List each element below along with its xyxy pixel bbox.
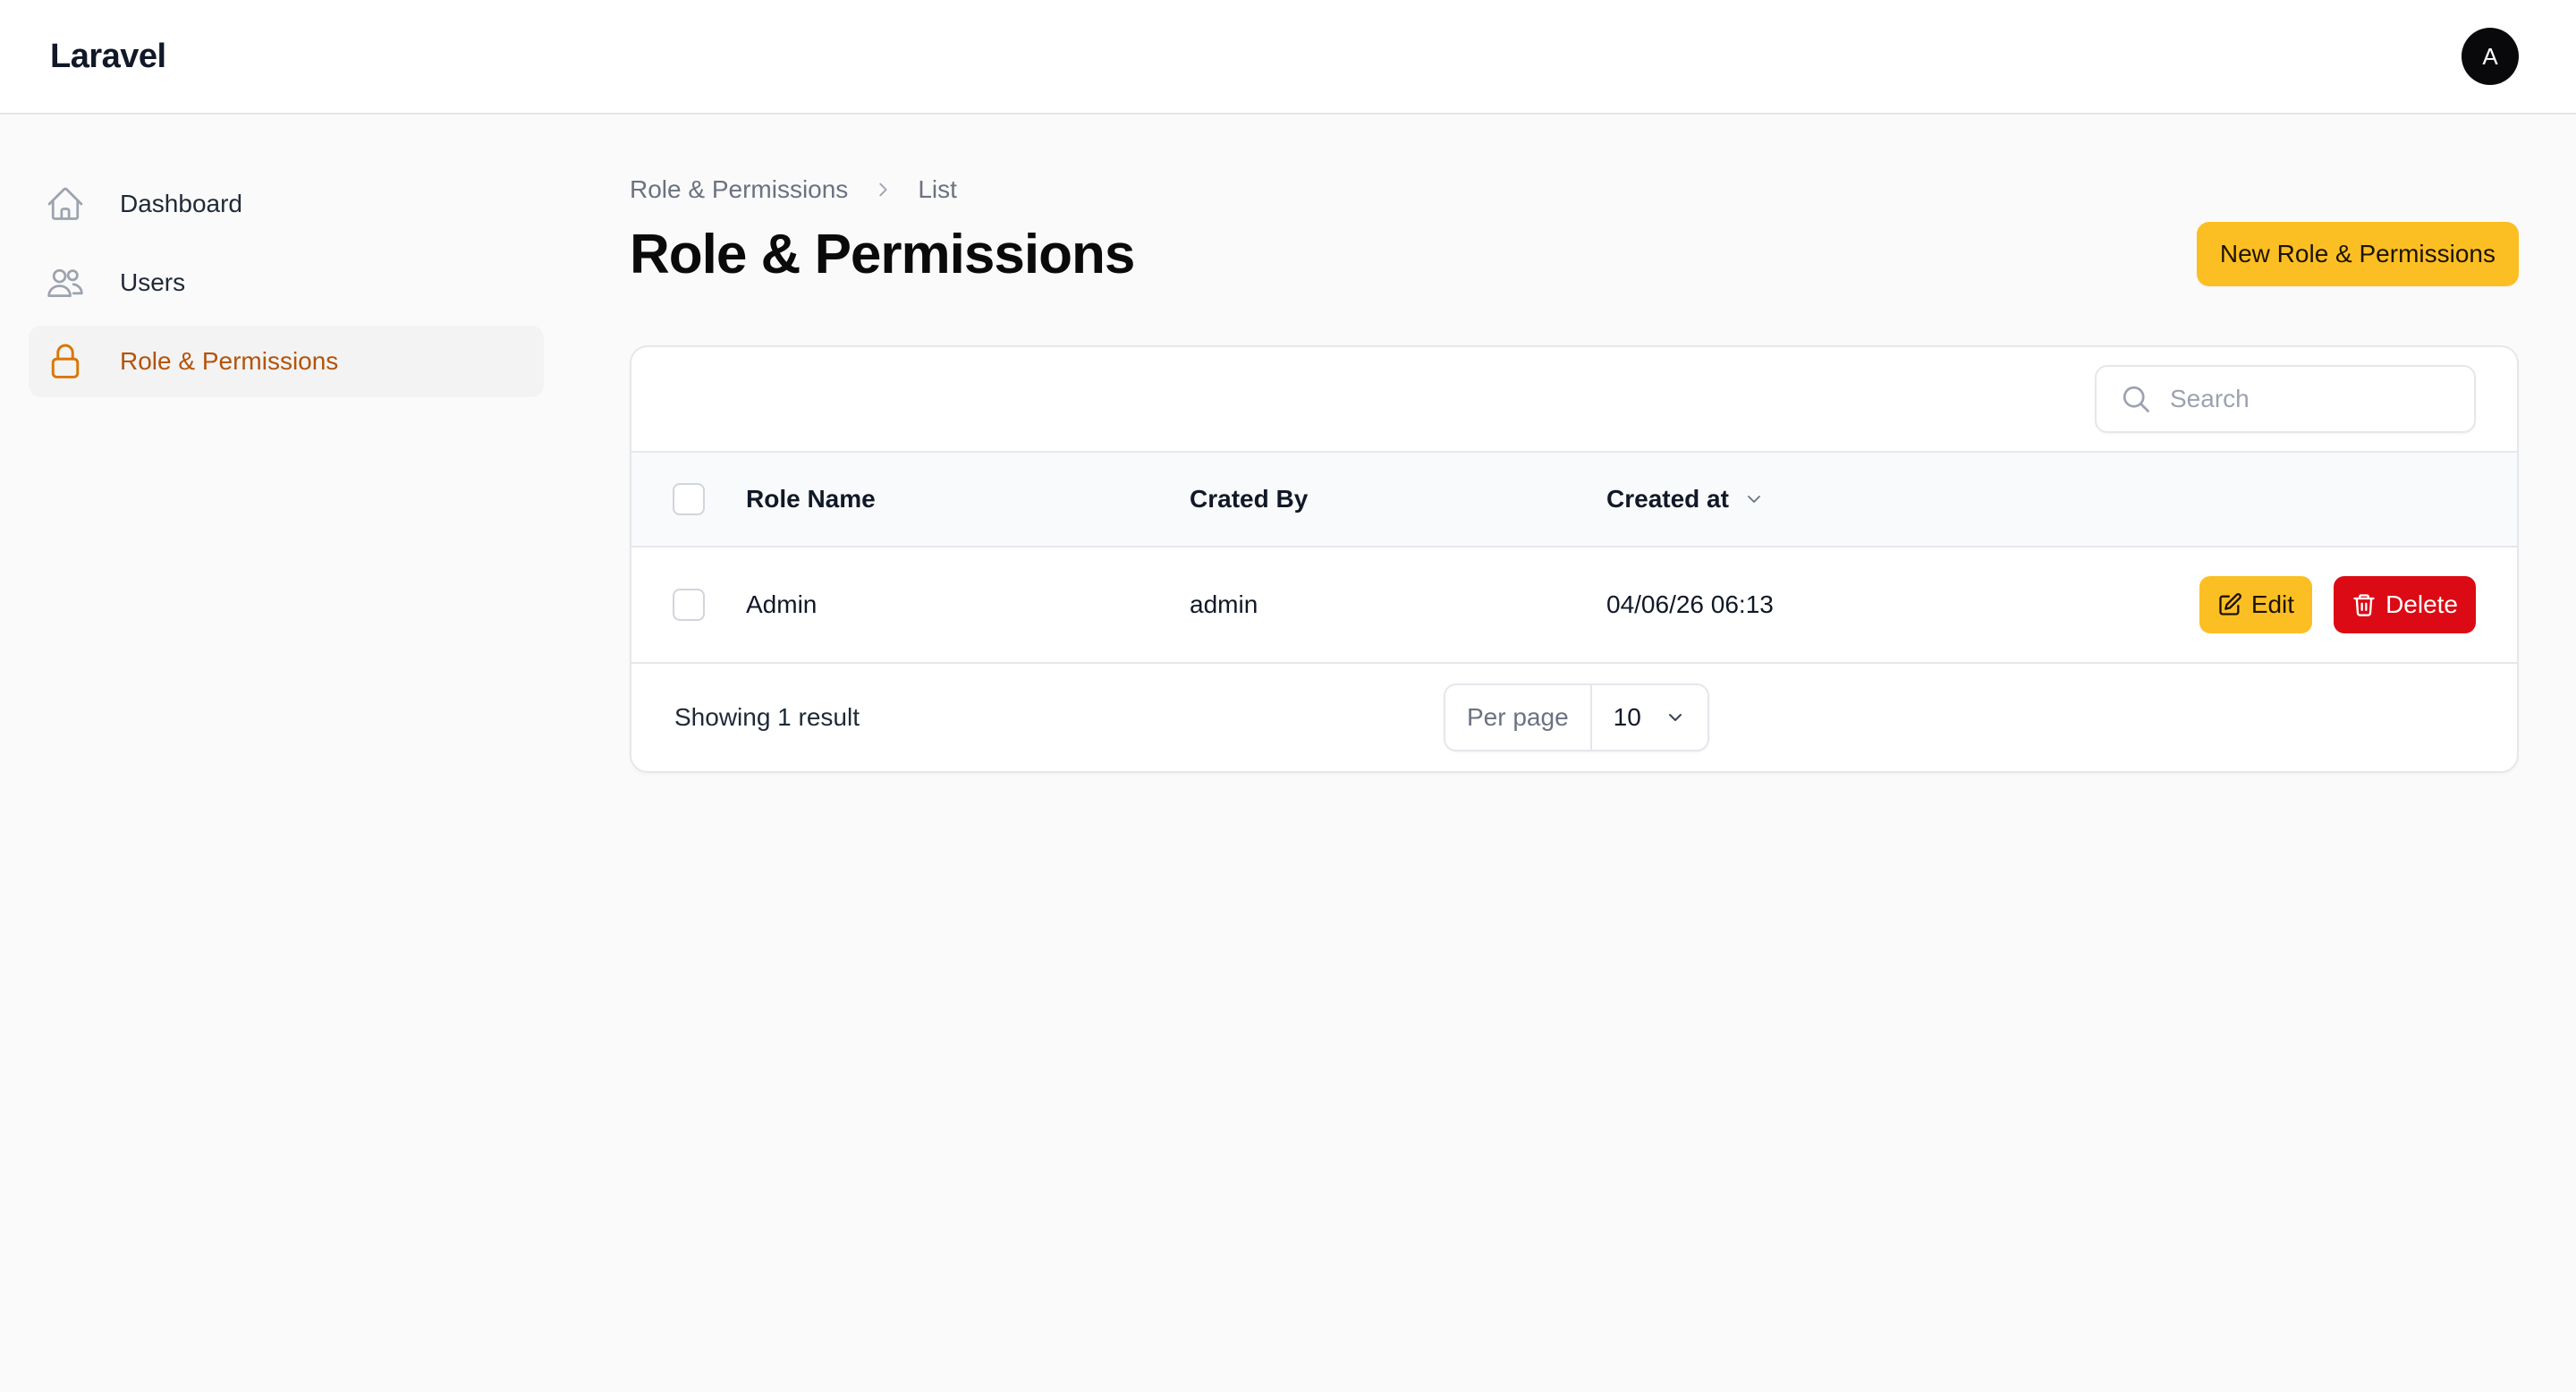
column-header-role-name[interactable]: Role Name (746, 485, 1190, 514)
table-row: Admin admin 04/06/26 06:13 Edit Delete (631, 547, 2517, 664)
lock-icon (45, 341, 86, 382)
edit-button-label: Edit (2250, 590, 2295, 618)
select-all-checkbox[interactable] (673, 483, 705, 515)
page-title: Role & Permissions (630, 223, 1135, 285)
table-header: Role Name Crated By Created at (631, 453, 2517, 547)
sidebar-item-label: Role & Permissions (120, 347, 339, 375)
chevron-down-icon (1665, 707, 1686, 728)
top-bar: Laravel A (0, 0, 2576, 115)
per-page-select[interactable]: 10 (1592, 685, 1707, 750)
delete-button-label: Delete (2385, 590, 2458, 618)
search-box[interactable] (2095, 365, 2476, 433)
trash-icon (2351, 592, 2377, 617)
main-content: Role & Permissions List Role & Permissio… (630, 168, 2519, 773)
cell-created-at: 04/06/26 06:13 (1606, 590, 1774, 618)
table-footer: Showing 1 result Per page 10 (631, 664, 2517, 771)
brand-logo[interactable]: Laravel (50, 38, 166, 76)
table-toolbar (631, 347, 2517, 453)
sidebar-item-label: Dashboard (120, 190, 242, 217)
per-page-value: 10 (1613, 703, 1641, 731)
sidebar-item-dashboard[interactable]: Dashboard (29, 168, 544, 240)
search-input[interactable] (2170, 385, 2456, 413)
chevron-down-icon (1743, 488, 1765, 510)
home-icon (45, 183, 86, 225)
new-role-button[interactable]: New Role & Permissions (2196, 222, 2519, 286)
sidebar-item-role-permissions[interactable]: Role & Permissions (29, 326, 544, 397)
users-icon (45, 262, 86, 303)
column-header-created-at[interactable]: Created at (1606, 485, 2179, 514)
sidebar-item-users[interactable]: Users (29, 247, 544, 318)
results-count: Showing 1 result (674, 703, 860, 731)
column-header-created-by[interactable]: Crated By (1190, 485, 1606, 514)
search-icon (2120, 383, 2152, 415)
breadcrumb-item-role-permissions[interactable]: Role & Permissions (630, 175, 848, 204)
roles-table-card: Role Name Crated By Created at Admin adm… (630, 345, 2519, 773)
sidebar: Dashboard Users Role & Permissions (29, 168, 544, 404)
breadcrumb-item-list[interactable]: List (918, 175, 957, 204)
cell-created-by: admin (1190, 590, 1258, 618)
page-header: Role & Permissions New Role & Permission… (630, 218, 2519, 290)
column-header-label: Created at (1606, 485, 1729, 513)
row-checkbox[interactable] (673, 589, 705, 621)
edit-icon (2217, 592, 2242, 617)
cell-role-name: Admin (746, 590, 818, 618)
per-page-selector[interactable]: Per page 10 (1444, 683, 1709, 751)
per-page-label: Per page (1445, 685, 1592, 750)
delete-button[interactable]: Delete (2334, 576, 2476, 633)
edit-button[interactable]: Edit (2199, 576, 2313, 633)
sidebar-item-label: Users (120, 268, 186, 296)
breadcrumb: Role & Permissions List (630, 168, 2519, 211)
user-avatar[interactable]: A (2462, 28, 2519, 85)
chevron-right-icon (873, 180, 893, 199)
